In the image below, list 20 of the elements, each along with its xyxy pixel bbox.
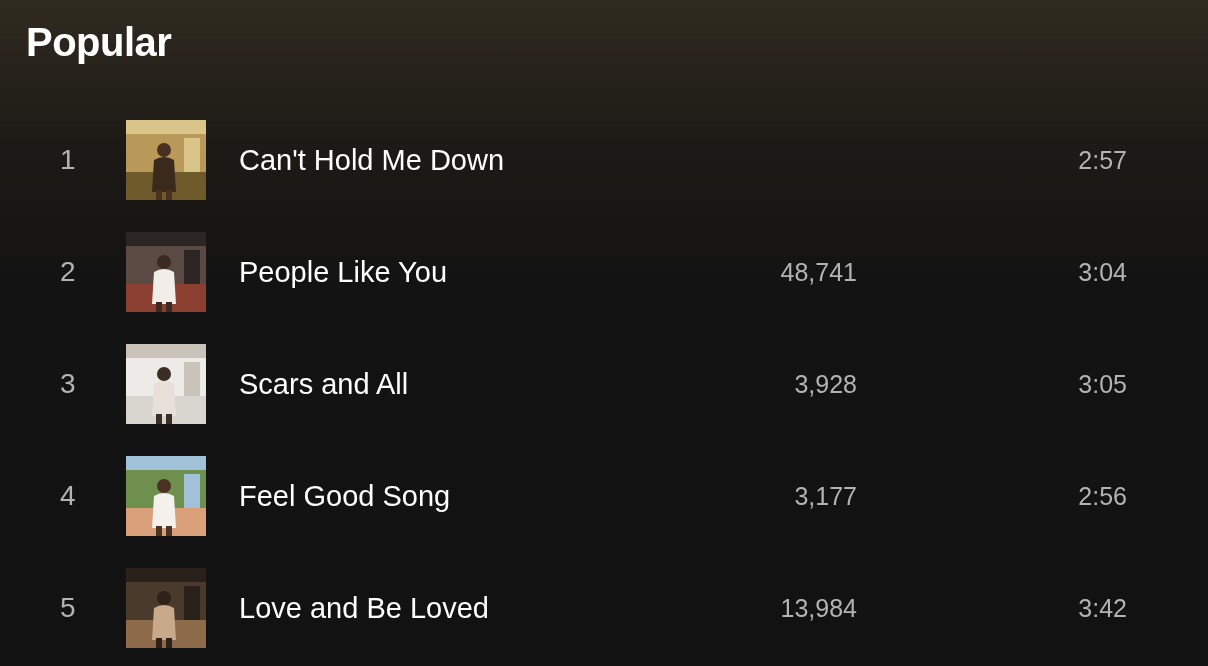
track-duration: 3:04 <box>1077 257 1127 287</box>
track-duration: 3:42 <box>1077 593 1127 623</box>
track-title[interactable]: Feel Good Song <box>239 479 659 513</box>
track-title[interactable]: Love and Be Loved <box>239 591 659 625</box>
section-title: Popular <box>25 19 173 66</box>
play-count: 3,177 <box>793 481 857 511</box>
track-number: 4 <box>59 480 77 512</box>
track-title[interactable]: People Like You <box>239 255 659 289</box>
track-title[interactable]: Scars and All <box>239 367 659 401</box>
play-count: 3,928 <box>793 369 857 399</box>
track-number: 3 <box>59 368 77 400</box>
play-count: 48,741 <box>779 257 857 287</box>
track-duration: 2:56 <box>1077 481 1127 511</box>
track-duration: 2:57 <box>1077 145 1127 175</box>
track-duration: 3:05 <box>1077 369 1127 399</box>
track-number: 1 <box>59 144 77 176</box>
play-count: 13,984 <box>779 593 857 623</box>
track-title[interactable]: Can't Hold Me Down <box>239 143 659 177</box>
track-number: 5 <box>59 592 77 624</box>
track-number: 2 <box>59 256 77 288</box>
